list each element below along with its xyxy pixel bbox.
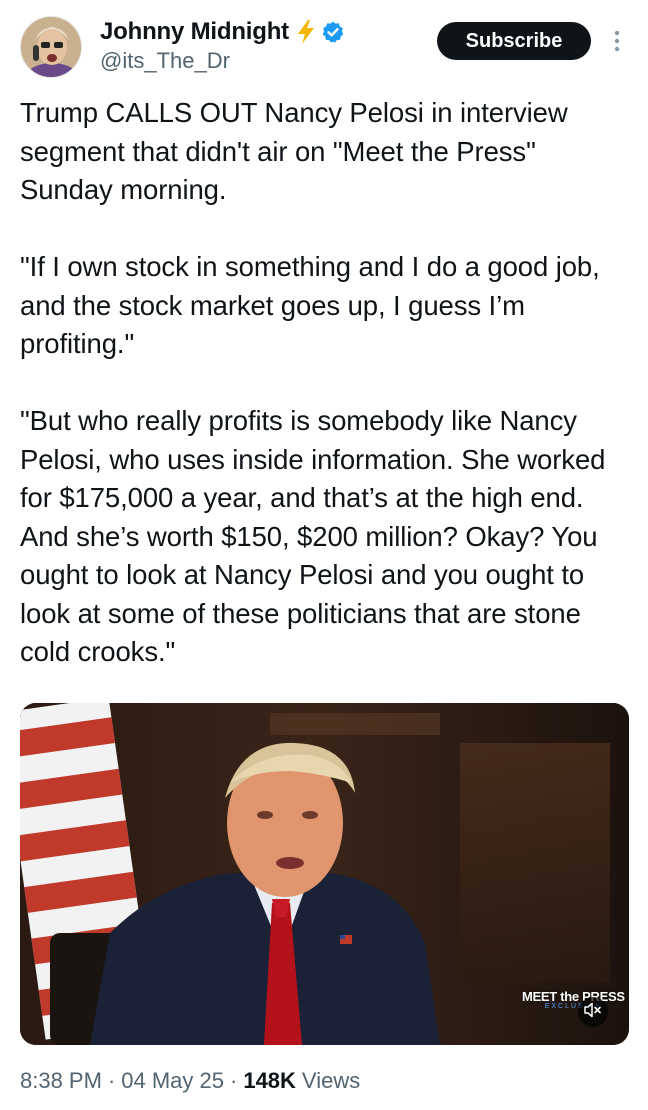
meta-separator: ·	[230, 1068, 238, 1093]
meta-separator: ·	[107, 1068, 116, 1093]
verified-badge-icon[interactable]	[321, 20, 345, 44]
speaker-muted-icon	[584, 1002, 602, 1023]
watermark-title: MEET the PRESS	[522, 989, 625, 1004]
post-date[interactable]: 04 May 25	[121, 1068, 224, 1094]
author-display-name[interactable]: Johnny Midnight	[100, 18, 289, 46]
post-metadata: 8:38 PM · 04 May 25 · 148K Views	[20, 1068, 360, 1094]
lightning-bolt-icon	[295, 19, 317, 45]
post-time[interactable]: 8:38 PM	[20, 1068, 102, 1094]
post-header: Johnny Midnight @its_The_Dr Subscribe	[0, 0, 648, 90]
views-count[interactable]: 148K	[243, 1068, 296, 1094]
watermark-subtitle: EXCLUSIVE	[544, 1003, 602, 1010]
post-text: Trump CALLS OUT Nancy Pelosi in intervie…	[20, 97, 606, 667]
subscribe-button[interactable]: Subscribe	[437, 22, 591, 60]
views-label: Views	[301, 1068, 361, 1093]
author-handle[interactable]: @its_The_Dr	[100, 48, 230, 74]
post-video[interactable]: MEET the PRESS EXCLUSIVE	[20, 703, 629, 1045]
meet-the-press-watermark: MEET the PRESS EXCLUSIVE	[522, 989, 625, 1010]
author-name-row: Johnny Midnight	[100, 16, 345, 48]
more-vertical-icon[interactable]	[608, 28, 626, 54]
avatar[interactable]	[20, 16, 82, 78]
mute-toggle-button[interactable]	[578, 997, 608, 1027]
